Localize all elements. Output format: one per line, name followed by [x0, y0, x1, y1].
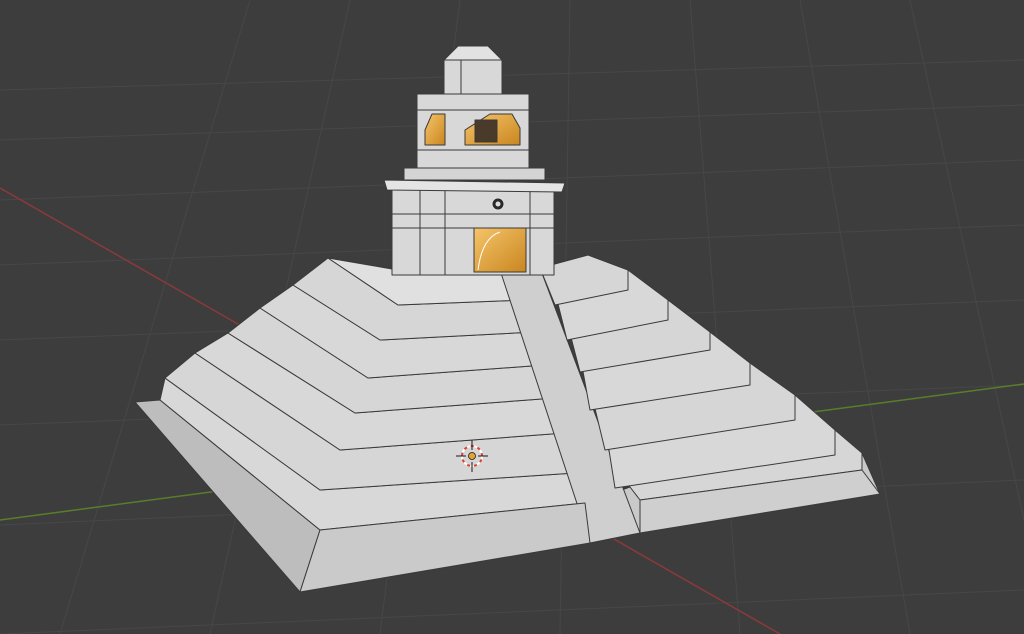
upper-window-interior	[474, 119, 498, 143]
temple-second-ledge	[403, 167, 546, 181]
temple-object[interactable]	[383, 45, 566, 276]
temple-doorway[interactable]	[473, 227, 527, 273]
3d-viewport[interactable]	[0, 0, 1024, 634]
temple-roof-cap	[443, 45, 503, 61]
temple-roof-ledge	[383, 179, 566, 193]
viewport-canvas[interactable]	[0, 0, 1024, 634]
pyramid-object[interactable]	[134, 254, 881, 593]
temple-roof-block	[443, 59, 503, 95]
